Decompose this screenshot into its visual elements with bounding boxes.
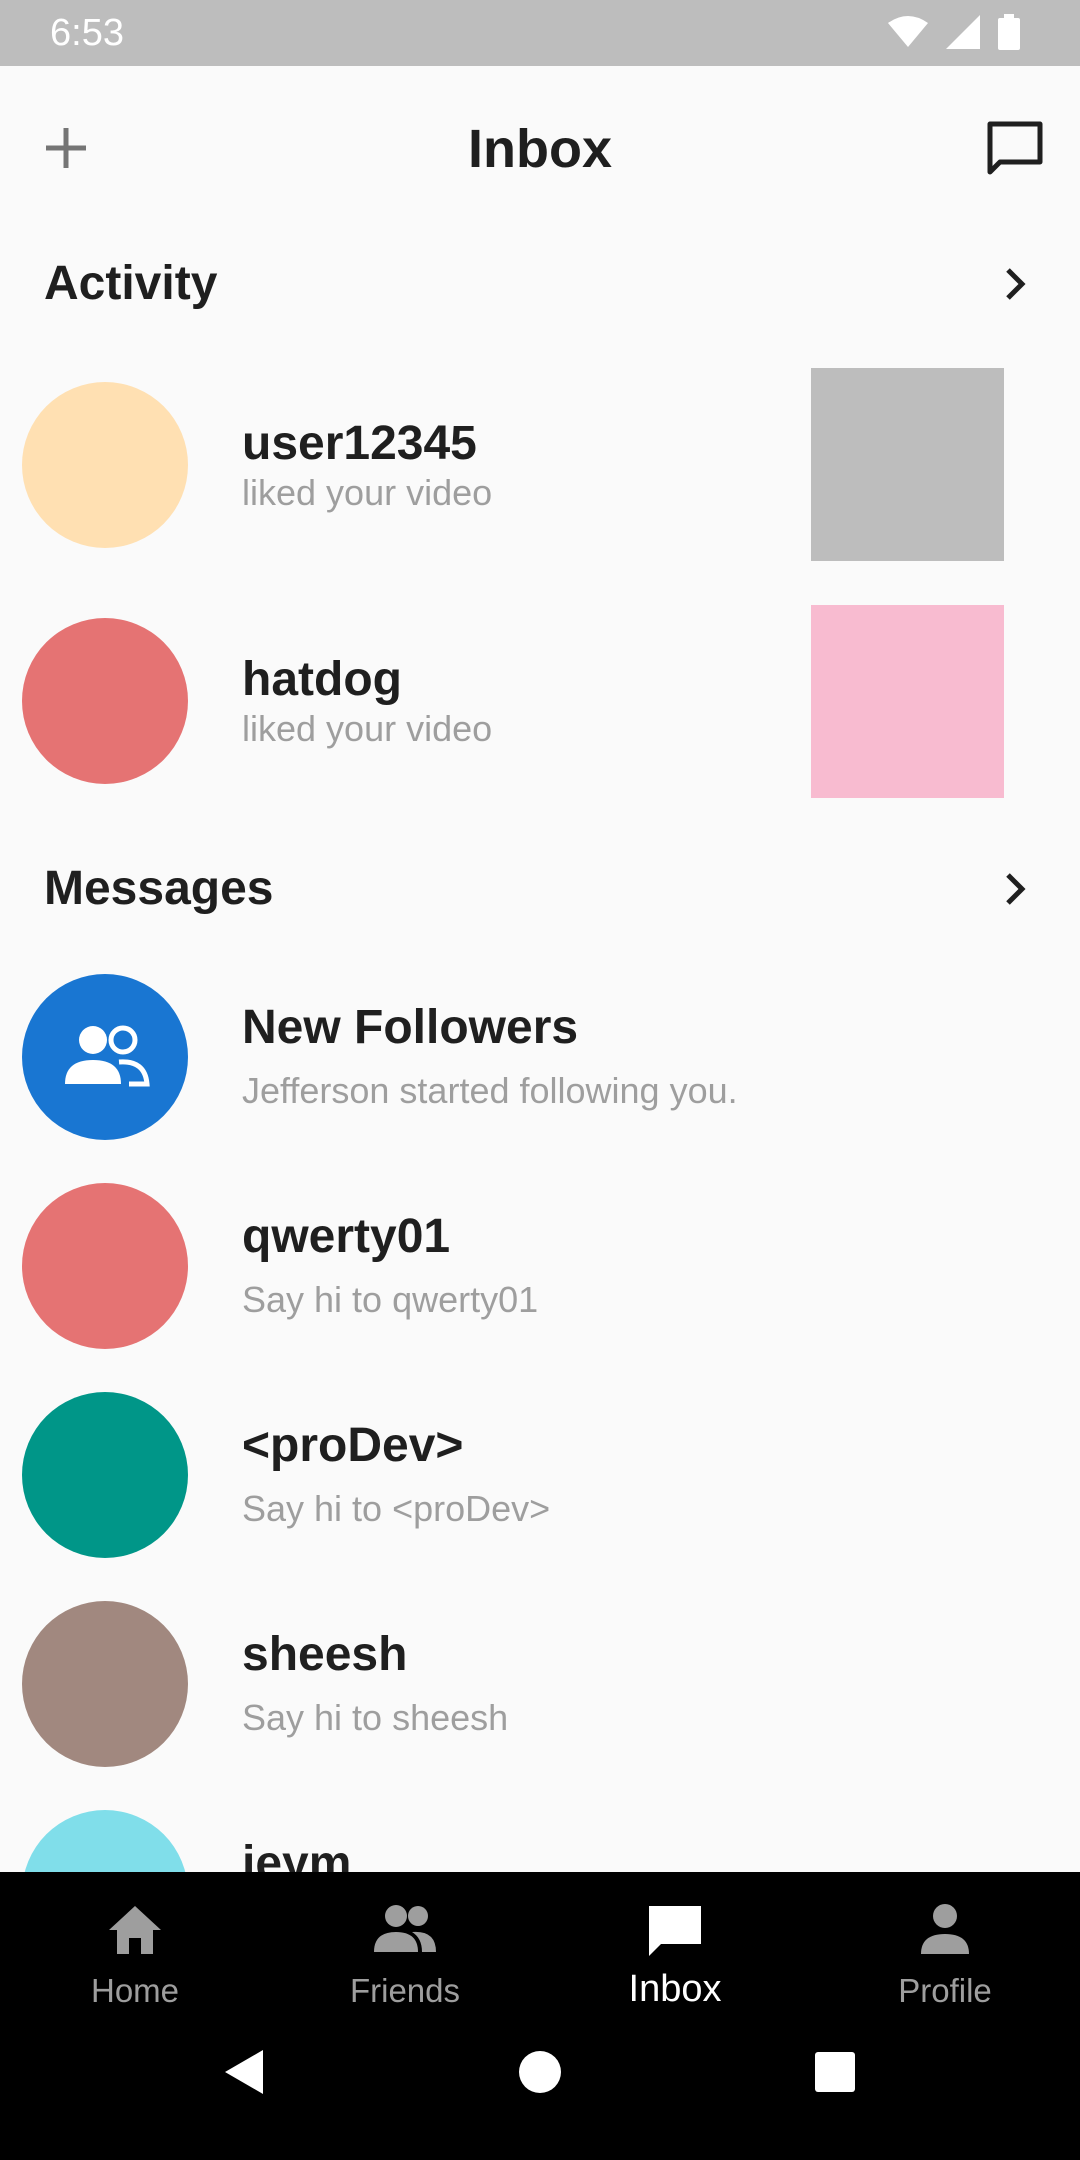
activity-item[interactable]: user12345 liked your video xyxy=(0,364,1080,564)
nav-friends[interactable]: Friends xyxy=(270,1872,540,2032)
activity-title: Activity xyxy=(44,257,218,310)
new-followers-title: New Followers xyxy=(242,1001,579,1054)
avatar[interactable] xyxy=(22,1392,188,1558)
message-username: qwerty01 xyxy=(242,1210,451,1263)
video-thumbnail[interactable] xyxy=(811,368,1004,561)
new-followers-subtitle: Jefferson started following you. xyxy=(242,1070,738,1111)
page-title: Inbox xyxy=(468,119,612,179)
nav-home-label: Home xyxy=(90,1972,180,2009)
profile-icon xyxy=(921,1904,969,1954)
chat-icon xyxy=(987,121,1043,175)
nav-profile[interactable]: Profile xyxy=(810,1872,1080,2032)
battery-icon xyxy=(998,14,1020,50)
avatar[interactable] xyxy=(22,1601,188,1767)
new-followers-avatar xyxy=(22,974,188,1140)
message-item[interactable]: qwerty01 Say hi to qwerty01 xyxy=(0,1175,1080,1375)
message-username: sheesh xyxy=(242,1628,408,1681)
message-preview: Say hi to qwerty01 xyxy=(242,1279,539,1320)
avatar[interactable] xyxy=(22,618,188,784)
video-thumbnail[interactable] xyxy=(811,605,1004,798)
activity-action: liked your video xyxy=(242,472,493,513)
activity-header[interactable]: Activity xyxy=(0,230,1080,330)
message-preview: Say hi to sheesh xyxy=(242,1697,509,1738)
chevron-right-icon xyxy=(1006,268,1026,300)
home-button-icon xyxy=(519,2051,561,2093)
wifi-icon xyxy=(888,16,928,47)
message-item[interactable]: <proDev> Say hi to <proDev> xyxy=(0,1384,1080,1584)
avatar[interactable] xyxy=(22,1183,188,1349)
activity-action: liked your video xyxy=(242,708,493,749)
nav-inbox[interactable]: Inbox xyxy=(540,1872,810,2032)
nav-inbox-label: Inbox xyxy=(628,1968,722,2010)
bottom-nav: Home Friends Inbox Profile xyxy=(0,1872,1080,2160)
inbox-icon xyxy=(649,1906,701,1956)
status-bar: 6:53 xyxy=(0,0,1080,66)
nav-home[interactable]: Home xyxy=(0,1872,270,2032)
status-time: 6:53 xyxy=(50,12,124,54)
status-icons xyxy=(888,14,1020,50)
messages-header[interactable]: Messages xyxy=(0,835,1080,935)
new-chat-button[interactable] xyxy=(982,116,1048,182)
system-navigation xyxy=(225,2050,855,2094)
home-icon xyxy=(109,1906,161,1954)
activity-username: user12345 xyxy=(242,417,477,470)
nav-profile-label: Profile xyxy=(898,1972,992,2009)
group-icon xyxy=(65,1025,150,1087)
activity-item[interactable]: hatdog liked your video xyxy=(0,600,1080,800)
activity-username: hatdog xyxy=(242,653,402,706)
message-username: <proDev> xyxy=(242,1419,464,1472)
app-bar: Inbox xyxy=(0,66,1080,234)
signal-icon xyxy=(946,15,980,49)
nav-friends-label: Friends xyxy=(349,1972,461,2009)
back-icon xyxy=(225,2050,263,2094)
message-item[interactable]: sheesh Say hi to sheesh xyxy=(0,1593,1080,1793)
messages-title: Messages xyxy=(44,862,274,915)
chevron-right-icon xyxy=(1006,873,1026,905)
recents-icon xyxy=(815,2052,855,2092)
friends-icon xyxy=(374,1905,436,1952)
avatar[interactable] xyxy=(22,382,188,548)
new-followers-row[interactable]: New Followers Jefferson started followin… xyxy=(0,966,1080,1166)
message-preview: Say hi to <proDev> xyxy=(242,1488,551,1529)
